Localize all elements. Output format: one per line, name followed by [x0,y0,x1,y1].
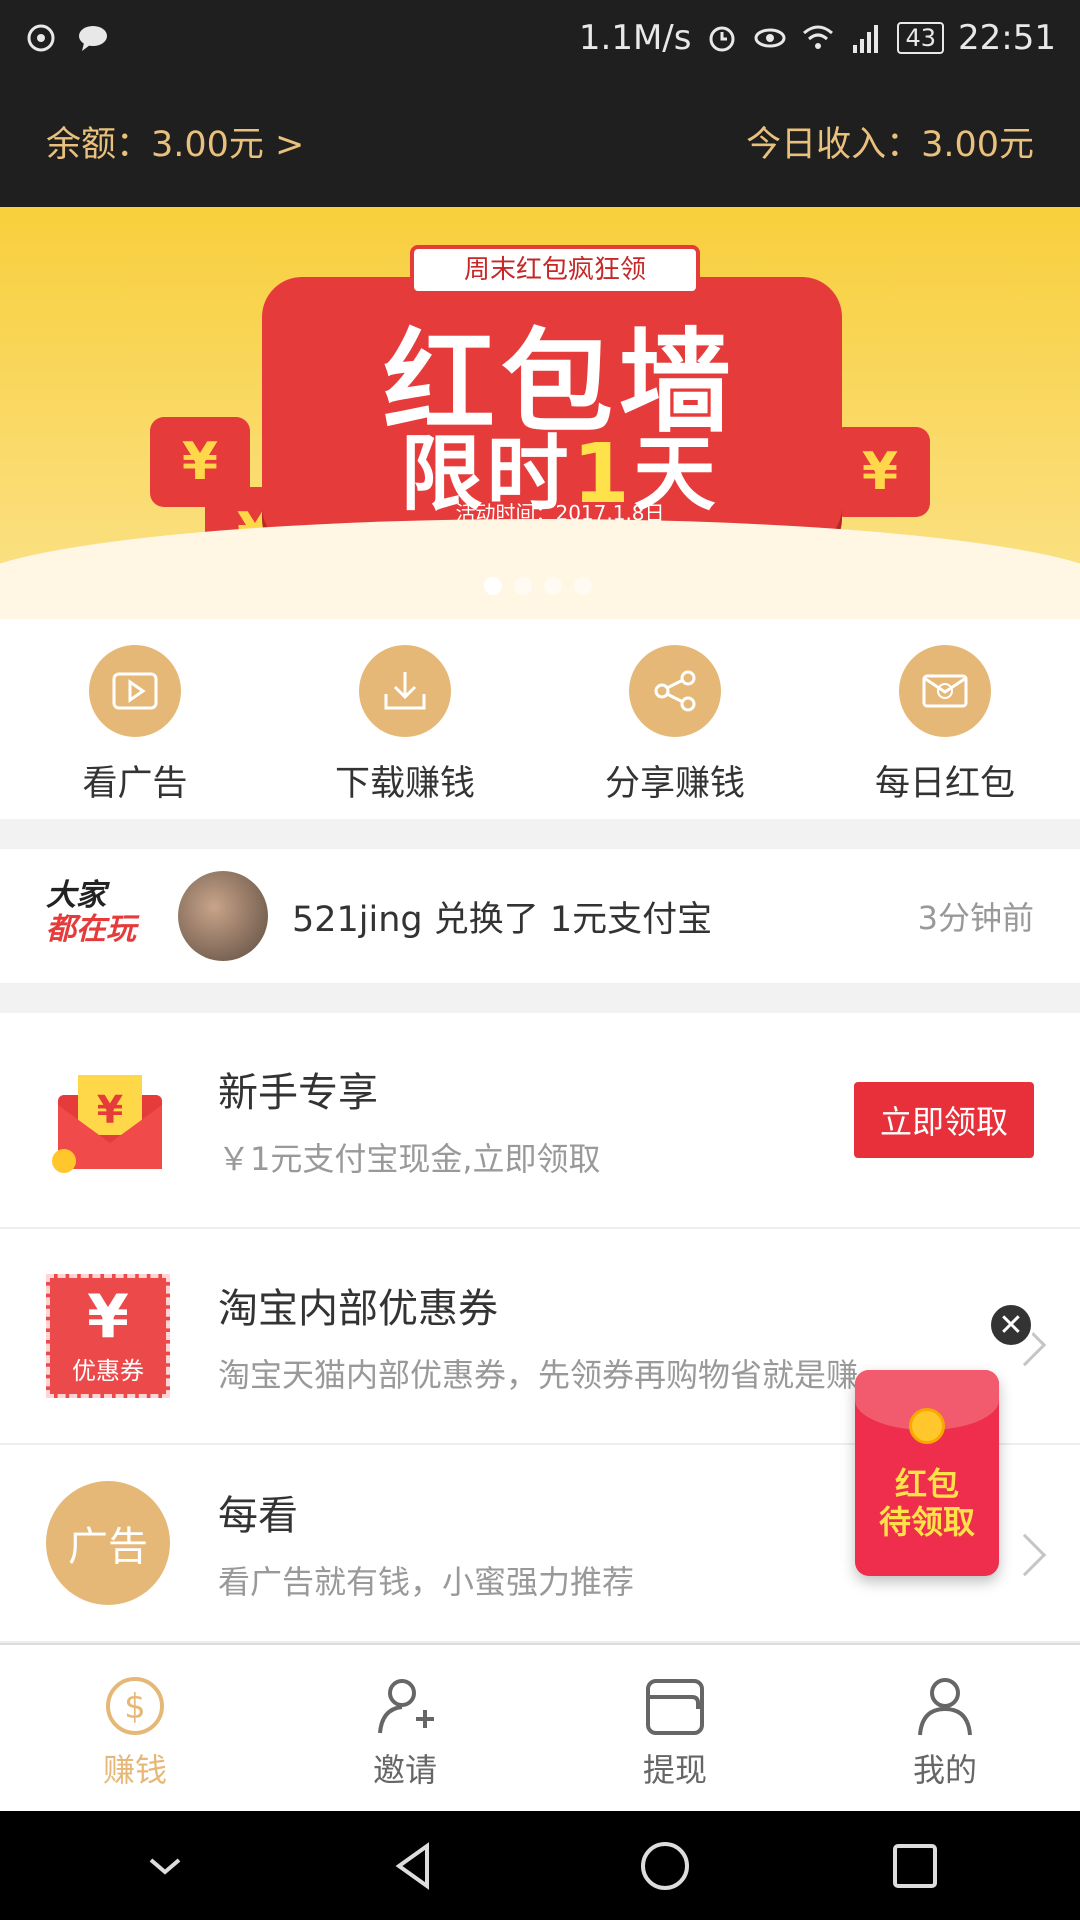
claim-button[interactable]: 立即领取 [854,1082,1034,1158]
chevron-right-icon [1003,1533,1047,1577]
network-speed: 1.1M/s [578,17,692,58]
tab-invite[interactable]: 邀请 [270,1645,540,1811]
ticker-time: 3分钟前 [917,899,1034,937]
ad-icon: 广告 [46,1481,170,1605]
svg-text:$: $ [124,1687,146,1727]
user-icon [918,1678,972,1736]
carousel-dot[interactable] [514,577,532,595]
red-envelope-icon: ¥ [46,1058,170,1182]
chevron-down-icon[interactable] [137,1838,193,1894]
svg-text:¥: ¥ [97,1088,123,1132]
item-title: 每看 [218,1493,298,1539]
action-share-earn[interactable]: 分享赚钱 [540,619,810,819]
carousel-dot[interactable] [574,577,592,595]
wifi-icon [803,25,834,49]
ticker-text: 521jing 兑换了 1元支付宝 [292,899,713,940]
action-label: 下载赚钱 [334,764,475,804]
message-icon [79,25,107,51]
list-item-newbie[interactable]: ¥ 新手专享 ￥1元支付宝现金,立即领取 立即领取 [0,1013,1080,1229]
app-notification-icon [27,24,55,51]
tab-withdraw[interactable]: 提现 [540,1645,810,1811]
close-icon[interactable]: ✕ [988,1302,1034,1348]
item-subtitle: 看广告就有钱，小蜜强力推荐 [218,1563,635,1601]
item-title: 新手专享 [218,1070,378,1116]
signal-icon [853,24,879,53]
avatar [178,871,268,961]
action-label: 每日红包 [874,764,1015,804]
banner-ribbon: 周末红包疯狂领 [410,245,700,295]
battery-level: 43 [897,21,945,54]
activity-ticker: 大家 都在玩 521jing 兑换了 1元支付宝 3分钟前 [0,849,1080,983]
balance-header: 余额：3.00元 > 今日收入：3.00元 [0,75,1080,207]
item-subtitle: 淘宝天猫内部优惠券，先领券再购物省就是赚 [218,1356,859,1394]
action-label: 看广告 [82,764,188,804]
play-icon [89,645,181,737]
coin-decoration: ¥ [830,427,930,517]
section-divider [0,983,1080,1013]
section-divider [0,819,1080,849]
cloud-decoration [0,519,1080,619]
carousel-indicator [484,577,592,595]
app-logo: 大家 都在玩 [46,878,136,947]
clock: 22:51 [958,17,1056,58]
floating-red-packet[interactable]: 红包 待领取 [855,1370,999,1576]
coupon-icon: ¥ 优惠券 [46,1274,170,1398]
packet-knob [909,1408,945,1444]
system-nav-bar [0,1811,1080,1920]
action-watch-ads[interactable]: 看广告 [0,619,270,819]
balance-link[interactable]: 余额：3.00元 > [46,116,304,167]
carousel-dot[interactable] [544,577,562,595]
quick-actions: 看广告 下载赚钱 分享赚钱 每日红包 [0,619,1080,819]
wallet-icon [646,1679,704,1735]
item-subtitle: ￥1元支付宝现金,立即领取 [218,1140,601,1178]
status-bar: 1.1M/s 43 22:51 [0,0,1080,75]
back-icon[interactable] [387,1838,443,1894]
alarm-icon [709,26,735,51]
dollar-coin-icon: $ [106,1677,164,1735]
item-title: 淘宝内部优惠券 [218,1286,498,1332]
action-download-earn[interactable]: 下载赚钱 [270,619,540,819]
bottom-tab-bar: $ 赚钱 邀请 提现 我的 [0,1643,1080,1811]
eye-icon [754,28,786,47]
today-income: 今日收入：3.00元 [746,124,1034,165]
carousel-dot[interactable] [484,577,502,595]
promo-banner[interactable]: ¥ ¥ ¥ 周末红包疯狂领 红包墙 限时1天 活动时间：2017.1.8日 [0,207,1080,619]
action-daily-redpacket[interactable]: 每日红包 [810,619,1080,819]
packet-label: 红包 [894,1465,959,1503]
recents-icon[interactable] [887,1838,943,1894]
share-icon [629,645,721,737]
packet-label: 待领取 [878,1503,975,1541]
download-icon [359,645,451,737]
home-icon[interactable] [637,1838,693,1894]
add-user-icon [378,1679,434,1734]
envelope-icon [899,645,991,737]
action-label: 分享赚钱 [604,764,745,804]
tab-me[interactable]: 我的 [810,1645,1080,1811]
tab-earn[interactable]: $ 赚钱 [0,1645,270,1811]
